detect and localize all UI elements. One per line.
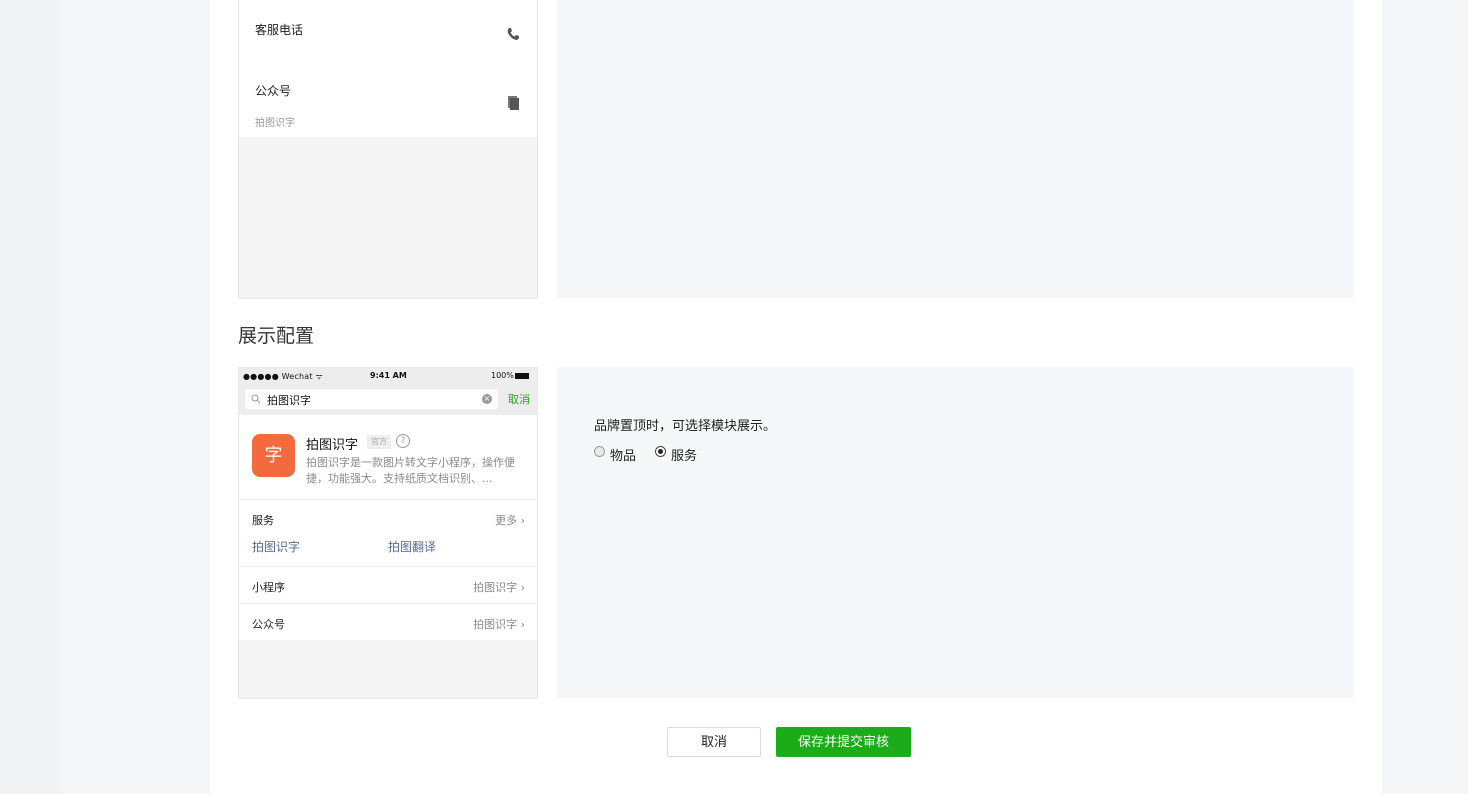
radio-service[interactable]	[655, 446, 666, 457]
preview-config-panel-top	[557, 0, 1354, 298]
app-description: 拍图识字是一款图片转文字小程序，操作便捷，功能强大。支持纸质文档识别、...	[306, 456, 515, 485]
status-bar: ●●●●● Wechat ᯤ 9:41 AM 100%	[239, 368, 537, 386]
search-input[interactable]: 拍图识字 ×	[245, 389, 498, 409]
app-logo-icon: 字	[252, 434, 295, 477]
official-account-label: 公众号	[255, 84, 292, 98]
cancel-button[interactable]: 取消	[667, 727, 761, 757]
service-link[interactable]: 拍图识字	[252, 538, 300, 555]
clear-icon[interactable]: ×	[482, 394, 492, 404]
battery-icon	[515, 373, 529, 379]
official-account-result-label: 公众号	[252, 618, 285, 631]
preview-phone: ●●●●● Wechat ᯤ 9:41 AM 100% 拍图识字 × 取消 字 …	[238, 367, 538, 699]
radio-goods-label[interactable]: 物品	[610, 445, 636, 464]
config-hint: 品牌置顶时，可选择模块展示。	[594, 419, 777, 434]
app-name: 拍图识字	[306, 438, 359, 453]
copy-icon[interactable]	[505, 95, 521, 111]
official-badge: 官方	[367, 435, 391, 449]
status-time: 9:41 AM	[370, 371, 407, 380]
services-more-link[interactable]: 更多 ›	[495, 512, 525, 528]
mini-program-row[interactable]: 小程序 拍图识字 ›	[239, 567, 537, 604]
carrier-text: ●●●●● Wechat ᯤ	[243, 372, 323, 381]
battery-percent: 100%	[491, 371, 514, 380]
save-submit-button[interactable]: 保存并提交审核	[776, 727, 911, 757]
services-block: 服务 更多 › 拍图识字 拍图翻译	[239, 499, 537, 567]
mini-program-value: 拍图识字 ›	[473, 581, 525, 594]
main-content: 客服电话 公众号 拍图识字 展示配置 ●●●●● Wechat ᯤ 9:41 A…	[210, 0, 1382, 794]
phone-icon	[507, 28, 519, 40]
preview-phone-top: 客服电话 公众号 拍图识字	[238, 0, 538, 299]
search-cancel-button[interactable]: 取消	[508, 391, 530, 407]
official-account-name: 拍图识字	[255, 118, 295, 129]
radio-service-label[interactable]: 服务	[671, 445, 697, 464]
app-result[interactable]: 字 拍图识字 官方 ? 拍图识字是一款图片转文字小程序，操作便捷，功能强大。支持…	[239, 415, 537, 500]
section-title: 展示配置	[238, 325, 315, 347]
official-account-result-value: 拍图识字 ›	[473, 618, 525, 631]
service-link[interactable]: 拍图翻译	[388, 538, 436, 555]
customer-service-label: 客服电话	[255, 23, 304, 37]
result-card: 字 拍图识字 官方 ? 拍图识字是一款图片转文字小程序，操作便捷，功能强大。支持…	[239, 415, 537, 640]
services-label: 服务	[252, 514, 274, 527]
display-config-panel: 品牌置顶时，可选择模块展示。 物品 服务	[557, 367, 1354, 698]
radio-goods[interactable]	[594, 446, 605, 457]
official-account-row[interactable]: 公众号 拍图识字	[239, 69, 537, 137]
search-query: 拍图识字	[267, 394, 311, 407]
mini-program-label: 小程序	[252, 581, 285, 594]
help-icon[interactable]: ?	[396, 434, 410, 448]
official-account-result-row[interactable]: 公众号 拍图识字 ›	[239, 604, 537, 640]
left-background	[0, 0, 60, 794]
customer-service-row[interactable]: 客服电话	[239, 0, 537, 70]
search-icon	[251, 394, 261, 404]
search-bar: 拍图识字 × 取消	[239, 386, 537, 415]
